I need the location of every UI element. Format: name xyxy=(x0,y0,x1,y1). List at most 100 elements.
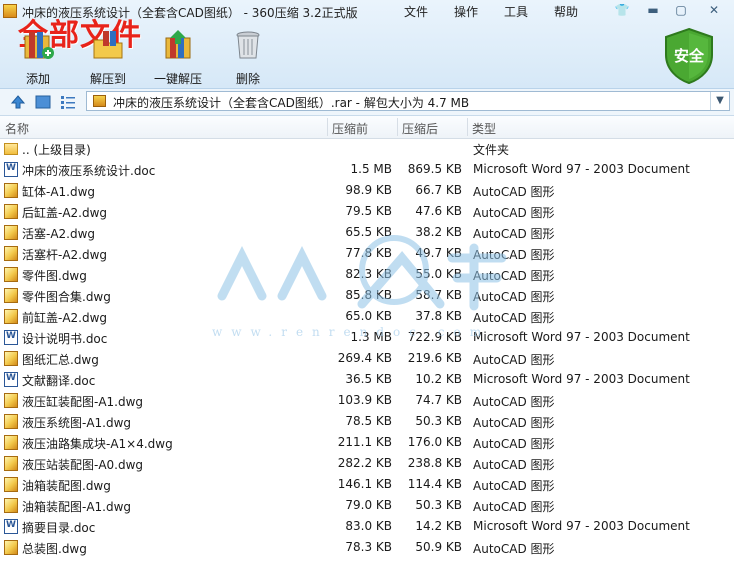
file-row[interactable]: 图纸汇总.dwg 269.4 KB 219.6 KB AutoCAD 图形 xyxy=(0,348,734,369)
extract-to-label: 解压到 xyxy=(89,72,126,86)
file-type: AutoCAD 图形 xyxy=(473,416,555,430)
file-size: 77.8 KB xyxy=(345,246,392,260)
column-type[interactable]: 类型 xyxy=(472,120,496,137)
file-type: 文件夹 xyxy=(473,143,510,157)
column-divider[interactable] xyxy=(467,118,468,136)
dwg-icon xyxy=(4,414,18,429)
file-row[interactable]: 零件图合集.dwg 85.8 KB 58.7 KB AutoCAD 图形 xyxy=(0,285,734,306)
file-type: AutoCAD 图形 xyxy=(473,479,555,493)
file-size: 82.3 KB xyxy=(345,267,392,281)
file-name: 液压系统图-A1.dwg xyxy=(22,416,132,430)
file-packed-size: 869.5 KB xyxy=(407,162,462,176)
file-packed-size: 38.2 KB xyxy=(415,225,462,239)
column-packed[interactable]: 压缩后 xyxy=(402,120,438,137)
file-packed-size: 47.6 KB xyxy=(415,204,462,218)
file-packed-size: 10.2 KB xyxy=(415,372,462,386)
file-row[interactable]: 活塞-A2.dwg 65.5 KB 38.2 KB AutoCAD 图形 xyxy=(0,222,734,243)
file-name: 摘要目录.doc xyxy=(22,521,96,535)
menu-operation[interactable]: 操作 xyxy=(454,3,478,20)
file-name: 冲床的液压系统设计.doc xyxy=(22,164,156,178)
file-size: 98.9 KB xyxy=(345,183,392,197)
doc-icon xyxy=(4,330,18,345)
file-name: 文献翻译.doc xyxy=(22,374,96,388)
file-type: AutoCAD 图形 xyxy=(473,185,555,199)
file-packed-size: 238.8 KB xyxy=(407,456,462,470)
menu-tools[interactable]: 工具 xyxy=(504,3,528,20)
menu-help[interactable]: 帮助 xyxy=(554,3,578,20)
file-type: AutoCAD 图形 xyxy=(473,311,555,325)
address-path: 冲床的液压系统设计（全套含CAD图纸）.rar - 解包大小为 4.7 MB xyxy=(113,96,470,110)
column-size[interactable]: 压缩前 xyxy=(332,120,368,137)
delete-button[interactable]: 删除 xyxy=(216,28,280,87)
file-row[interactable]: 冲床的液压系统设计.doc 1.5 MB 869.5 KB Microsoft Wor… xyxy=(0,159,734,180)
dwg-icon xyxy=(4,309,18,324)
file-type: AutoCAD 图形 xyxy=(473,290,555,304)
file-row[interactable]: 摘要目录.doc 83.0 KB 14.2 KB Microsoft Word 97 … xyxy=(0,516,734,537)
file-row[interactable]: 缸体-A1.dwg 98.9 KB 66.7 KB AutoCAD 图形 xyxy=(0,180,734,201)
dwg-icon xyxy=(4,435,18,450)
file-name: 油箱装配图-A1.dwg xyxy=(22,500,132,514)
security-shield-button[interactable]: 安全 xyxy=(662,27,716,85)
file-type: AutoCAD 图形 xyxy=(473,269,555,283)
dwg-icon xyxy=(4,351,18,366)
file-type: Microsoft Word 97 - 2003 Document xyxy=(473,519,690,533)
column-divider[interactable] xyxy=(397,118,398,136)
file-name: 后缸盖-A2.dwg xyxy=(22,206,108,220)
skin-icon[interactable]: 👕 xyxy=(611,2,633,19)
file-packed-size: 58.7 KB xyxy=(415,288,462,302)
file-name: 前缸盖-A2.dwg xyxy=(22,311,108,325)
dwg-icon xyxy=(4,183,18,198)
file-packed-size: 14.2 KB xyxy=(415,519,462,533)
file-type: AutoCAD 图形 xyxy=(473,500,555,514)
file-packed-size: 722.9 KB xyxy=(407,330,462,344)
file-row[interactable]: 油箱装配图-A1.dwg 79.0 KB 50.3 KB AutoCAD 图形 xyxy=(0,495,734,516)
file-type: Microsoft Word 97 - 2003 Document xyxy=(473,372,690,386)
file-row[interactable]: 设计说明书.doc 1.3 MB 722.9 KB Microsoft Word 97… xyxy=(0,327,734,348)
column-divider[interactable] xyxy=(327,118,328,136)
file-name: 液压缸装配图-A1.dwg xyxy=(22,395,144,409)
file-row[interactable]: 液压缸装配图-A1.dwg 103.9 KB 74.7 KB AutoCAD 图形 xyxy=(0,390,734,411)
list-view-icon[interactable] xyxy=(60,94,76,110)
minimize-icon[interactable]: ▬ xyxy=(642,2,664,19)
file-name: 图纸汇总.dwg xyxy=(22,353,99,367)
trash-icon xyxy=(236,31,260,59)
doc-icon xyxy=(4,372,18,387)
menu-file[interactable]: 文件 xyxy=(404,3,428,20)
file-row[interactable]: 活塞杆-A2.dwg 77.8 KB 49.7 KB AutoCAD 图形 xyxy=(0,243,734,264)
extract-to-button[interactable]: 解压到 xyxy=(76,28,140,87)
file-list: .. (上级目录) 文件夹冲床的液压系统设计.doc 1.5 MB 869.5 KB M… xyxy=(0,138,734,558)
file-row[interactable]: 后缸盖-A2.dwg 79.5 KB 47.6 KB AutoCAD 图形 xyxy=(0,201,734,222)
file-name: 缸体-A1.dwg xyxy=(22,185,96,199)
file-row[interactable]: 液压油路集成块-A1×4.dwg 211.1 KB 176.0 KB AutoCAD … xyxy=(0,432,734,453)
file-size: 78.5 KB xyxy=(345,414,392,428)
address-bar[interactable]: 冲床的液压系统设计（全套含CAD图纸）.rar - 解包大小为 4.7 MB ▼ xyxy=(86,91,730,111)
add-button[interactable]: 添加 xyxy=(6,28,70,87)
file-packed-size: 219.6 KB xyxy=(407,351,462,365)
file-row[interactable]: .. (上级目录) 文件夹 xyxy=(0,138,734,159)
file-row[interactable]: 液压站装配图-A0.dwg 282.2 KB 238.8 KB AutoCAD 图形 xyxy=(0,453,734,474)
dwg-icon xyxy=(4,267,18,282)
close-icon[interactable]: ✕ xyxy=(703,2,725,19)
folder-icon xyxy=(4,143,18,155)
file-row[interactable]: 文献翻译.doc 36.5 KB 10.2 KB Microsoft Word 97 … xyxy=(0,369,734,390)
up-arrow-icon[interactable] xyxy=(10,94,26,110)
file-row[interactable]: 总装图.dwg 78.3 KB 50.9 KB AutoCAD 图形 xyxy=(0,537,734,558)
one-click-extract-button[interactable]: 一键解压 xyxy=(146,28,210,87)
file-type: AutoCAD 图形 xyxy=(473,458,555,472)
column-name[interactable]: 名称 xyxy=(5,120,29,137)
file-name: 零件图合集.dwg xyxy=(22,290,111,304)
file-packed-size: 49.7 KB xyxy=(415,246,462,260)
file-size: 1.5 MB xyxy=(350,162,392,176)
file-packed-size: 50.3 KB xyxy=(415,414,462,428)
security-label: 安全 xyxy=(673,47,704,65)
file-row[interactable]: 前缸盖-A2.dwg 65.0 KB 37.8 KB AutoCAD 图形 xyxy=(0,306,734,327)
file-row[interactable]: 液压系统图-A1.dwg 78.5 KB 50.3 KB AutoCAD 图形 xyxy=(0,411,734,432)
one-click-extract-icon xyxy=(165,30,191,59)
chevron-down-icon[interactable]: ▼ xyxy=(710,92,729,110)
file-type: AutoCAD 图形 xyxy=(473,353,555,367)
dwg-icon xyxy=(4,393,18,408)
file-row[interactable]: 零件图.dwg 82.3 KB 55.0 KB AutoCAD 图形 xyxy=(0,264,734,285)
large-icon-view-icon[interactable] xyxy=(35,94,51,110)
file-row[interactable]: 油箱装配图.dwg 146.1 KB 114.4 KB AutoCAD 图形 xyxy=(0,474,734,495)
maximize-icon[interactable]: ▢ xyxy=(670,2,692,19)
